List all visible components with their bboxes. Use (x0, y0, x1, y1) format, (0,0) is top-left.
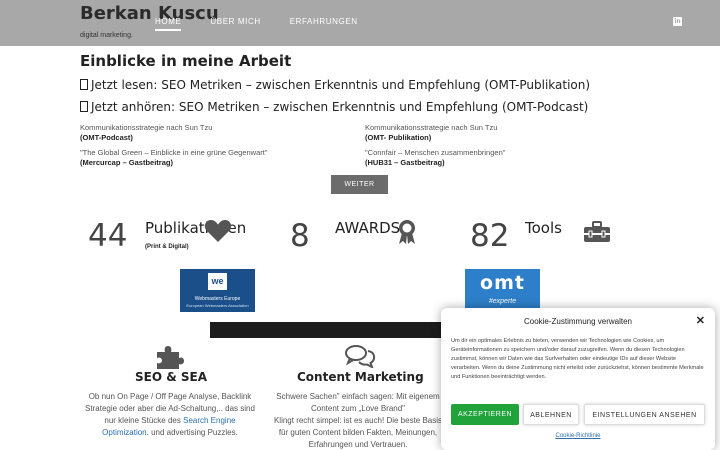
site-tagline: digital marketing. (80, 32, 133, 39)
reject-cookies-button[interactable]: ABLEHNEN (523, 404, 579, 425)
publication-item[interactable]: "The Global Green – Einblicke in eine gr… (80, 148, 268, 167)
publication-title: Kommunikationsstrategie nach Sun Tzu (365, 123, 498, 132)
service-seo-line: Strategie oder aber die Ad-Schaltung,.. … (85, 404, 255, 413)
linkedin-icon[interactable]: in (673, 17, 682, 26)
chat-bubbles-icon (345, 345, 376, 368)
cookie-policy-link[interactable]: Cookie-Richtlinie (441, 433, 715, 439)
publication-source: (Mercurcap – Gastbeitrag) (80, 158, 173, 167)
cookie-dialog-title: Cookie-Zustimmung verwalten (523, 317, 633, 326)
publication-title: "The Global Green – Einblicke in eine gr… (80, 148, 268, 157)
stat-tools-label: Tools (525, 219, 562, 237)
omt-logo: omt (480, 272, 525, 294)
accept-cookies-button[interactable]: AKZEPTIEREN (451, 404, 519, 425)
insights-heading: Einblicke in meine Arbeit (80, 52, 292, 70)
heart-icon (204, 220, 232, 242)
read-feature-text: Jetzt lesen: SEO Metriken – zwischen Erk… (91, 78, 591, 92)
listen-feature-text: Jetzt anhören: SEO Metriken – zwischen E… (91, 100, 589, 114)
publication-title: "Connfair – Menschen zusammenbringen" (365, 148, 506, 157)
service-content-line: für guten Content bilden Fakten, Meinung… (278, 428, 438, 437)
webmasters-europe-badge[interactable]: we Webmasters Europe European Webmasters… (180, 269, 255, 312)
omt-expert-badge[interactable]: omt #experte (465, 269, 540, 312)
service-seo-text: Ob nun On Page / Off Page Analyse, Backl… (75, 391, 265, 439)
close-icon[interactable]: ✕ (696, 314, 705, 327)
puzzle-icon (157, 346, 184, 369)
publication-source: (OMT-Podcast) (80, 133, 133, 142)
stat-awards-number: 8 (290, 218, 310, 254)
service-seo-title: SEO & SEA (135, 370, 207, 384)
we-subtitle: European Webmasters Association (186, 303, 249, 308)
stat-publications-sub: (Print & Digital) (145, 244, 189, 250)
listen-feature[interactable]: Jetzt anhören: SEO Metriken – zwischen E… (80, 100, 588, 114)
we-title: Webmasters Europe (194, 296, 241, 302)
main-nav: HOME ÜBER MICH ERFAHRUNGEN (155, 17, 387, 31)
seo-link[interactable]: Search Engine (183, 416, 235, 425)
service-content-line: Klingt recht simpel: ist es auch! Die be… (273, 416, 443, 425)
service-content-title: Content Marketing (297, 370, 424, 384)
cookie-consent-dialog: Cookie-Zustimmung verwalten ✕ Um dir ein… (441, 308, 715, 450)
publication-source: (OMT- Publikation) (365, 133, 432, 142)
toolbox-icon (584, 221, 610, 242)
service-seo-line: Ob nun On Page / Off Page Analyse, Backl… (88, 392, 252, 401)
publication-item[interactable]: Kommunikationsstrategie nach Sun Tzu (OM… (80, 123, 212, 142)
publication-source: (HUB31 – Gastbeitrag) (365, 158, 445, 167)
service-content-text: Schwere Sachen" einfach sagen: Mit eigen… (258, 391, 458, 450)
service-content-line: Schwere Sachen" einfach sagen: Mit eigen… (276, 392, 440, 401)
seo-link[interactable]: Optimization (102, 428, 146, 437)
service-content-line: Content zum „Love Brand" (311, 404, 405, 413)
stat-awards-label: AWARDS (335, 219, 401, 237)
publication-item[interactable]: Kommunikationsstrategie nach Sun Tzu (OM… (365, 123, 497, 142)
read-feature[interactable]: Jetzt lesen: SEO Metriken – zwischen Erk… (80, 78, 590, 92)
service-content-line: Erfahrungen und Vertrauen. (308, 440, 408, 449)
we-logo: we (208, 273, 227, 290)
service-seo-line: nur kleine Stücke des Search Engine (104, 416, 236, 425)
more-button[interactable]: WEITER (331, 175, 388, 194)
nav-experience[interactable]: ERFAHRUNGEN (290, 17, 358, 31)
omt-expert-label: #experte (488, 298, 517, 305)
publication-title: Kommunikationsstrategie nach Sun Tzu (80, 123, 213, 132)
publication-item[interactable]: "Connfair – Menschen zusammenbringen" (H… (365, 148, 505, 167)
cookie-dialog-text: Um dir ein optimales Erlebnis zu bieten,… (451, 338, 704, 380)
missing-glyph-icon (80, 101, 88, 112)
nav-about[interactable]: ÜBER MICH (210, 17, 260, 31)
view-settings-button[interactable]: EINSTELLUNGEN ANSEHEN (584, 404, 705, 425)
service-seo-line: Optimization. und advertising Puzzles. (102, 428, 238, 437)
stat-publications-number: 44 (88, 218, 128, 254)
nav-home[interactable]: HOME (155, 17, 182, 31)
stat-tools-number: 82 (470, 218, 510, 254)
site-header: Berkan Kuscu HOME ÜBER MICH ERFAHRUNGEN … (0, 0, 720, 46)
award-ribbon-icon (399, 220, 415, 244)
missing-glyph-icon (80, 79, 88, 90)
